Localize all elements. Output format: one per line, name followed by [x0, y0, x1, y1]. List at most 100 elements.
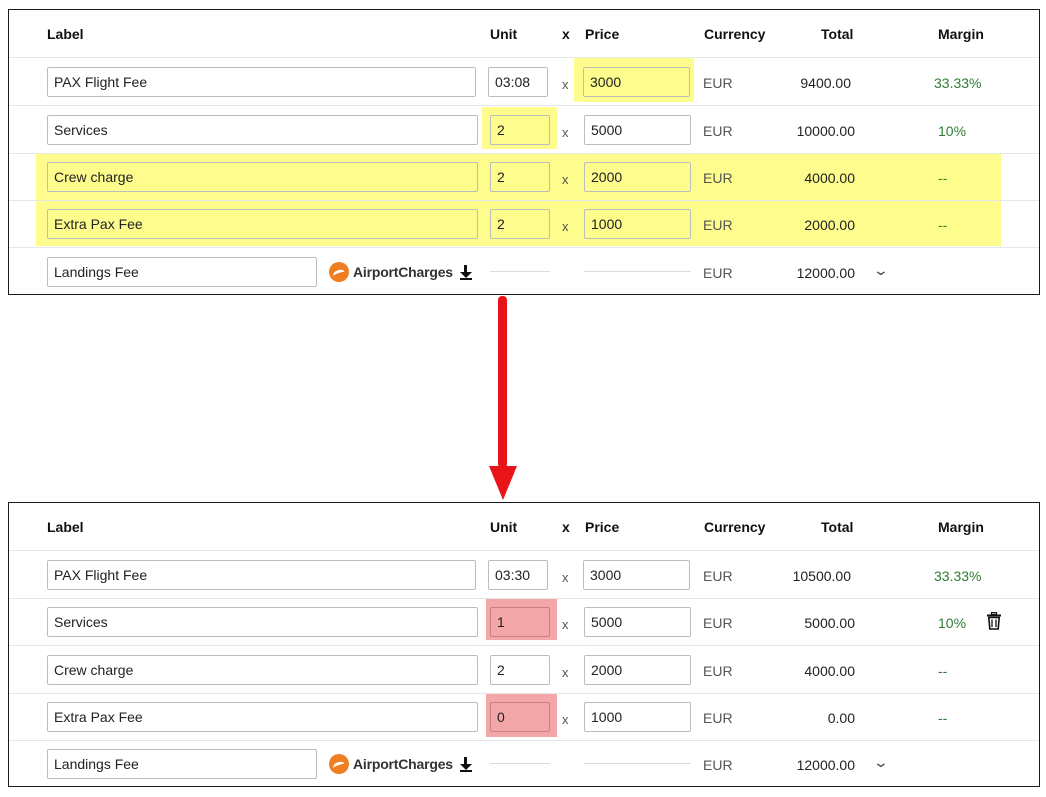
total-text: 4000.00: [804, 663, 855, 679]
currency-text: EUR: [703, 568, 733, 584]
price-input[interactable]: 2000: [584, 162, 691, 192]
currency-text: EUR: [703, 217, 733, 233]
margin-text: --: [938, 663, 948, 679]
label-input[interactable]: Landings Fee: [47, 749, 317, 779]
airport-charges-text: AirportCharges: [353, 264, 453, 280]
table-row: PAX Flight Fee 03:30 x 3000 EUR 10500.00…: [9, 551, 1039, 599]
airport-charges-text: AirportCharges: [353, 756, 453, 772]
header-unit: Unit: [490, 26, 518, 42]
label-input[interactable]: Crew charge: [47, 162, 478, 192]
unit-input[interactable]: 2: [490, 209, 550, 239]
price-input[interactable]: 5000: [584, 607, 691, 637]
unit-input[interactable]: 1: [490, 607, 550, 637]
label-input[interactable]: Services: [47, 607, 478, 637]
margin-text: 10%: [938, 615, 967, 631]
unit-input[interactable]: 03:30: [488, 560, 548, 590]
header-x: x: [562, 519, 570, 535]
header-margin: Margin: [938, 519, 984, 535]
currency-text: EUR: [703, 123, 733, 139]
total-text: 5000.00: [804, 615, 855, 631]
pricing-table-before: Label Unit x Price Currency Total Margin…: [8, 9, 1040, 295]
chevron-down-icon[interactable]: ⌄: [873, 754, 889, 771]
multiply-sign: x: [562, 77, 569, 92]
total-text: 2000.00: [804, 217, 855, 233]
label-input[interactable]: PAX Flight Fee: [47, 67, 476, 97]
table-row: PAX Flight Fee 03:08 x 3000 EUR 9400.00 …: [9, 58, 1039, 106]
total-text: 0.00: [827, 710, 855, 726]
currency-text: EUR: [703, 757, 733, 773]
multiply-sign: x: [562, 712, 569, 727]
unit-placeholder-line: [490, 271, 550, 272]
table-row: Landings Fee AirportCharges EUR 12000.00…: [9, 248, 1039, 295]
unit-input[interactable]: 2: [490, 115, 550, 145]
unit-input[interactable]: 2: [490, 162, 550, 192]
header-x: x: [562, 26, 570, 42]
header-total: Total: [821, 26, 854, 42]
multiply-sign: x: [562, 570, 569, 585]
multiply-sign: x: [562, 617, 569, 632]
unit-input[interactable]: 03:08: [488, 67, 548, 97]
multiply-sign: x: [562, 172, 569, 187]
label-input[interactable]: Services: [47, 115, 478, 145]
unit-input[interactable]: 2: [490, 655, 550, 685]
price-input[interactable]: 5000: [584, 115, 691, 145]
airport-charges-logo-icon: [329, 754, 349, 774]
header-price: Price: [585, 26, 620, 42]
unit-input[interactable]: 0: [490, 702, 550, 732]
currency-text: EUR: [703, 615, 733, 631]
table-header: Label Unit x Price Currency Total Margin: [9, 10, 1039, 58]
price-input[interactable]: 1000: [584, 702, 691, 732]
table-row: Extra Pax Fee 0 x 1000 EUR 0.00 --: [9, 693, 1039, 741]
price-input[interactable]: 2000: [584, 655, 691, 685]
total-text: 10500.00: [792, 568, 851, 584]
multiply-sign: x: [562, 219, 569, 234]
unit-placeholder-line: [490, 763, 550, 764]
price-input[interactable]: 1000: [584, 209, 691, 239]
currency-text: EUR: [703, 265, 733, 281]
header-currency: Currency: [704, 26, 766, 42]
margin-text: --: [938, 170, 948, 186]
multiply-sign: x: [562, 665, 569, 680]
trash-icon[interactable]: [987, 612, 1001, 630]
label-input[interactable]: Extra Pax Fee: [47, 702, 478, 732]
table-row: Crew charge 2 x 2000 EUR 4000.00 --: [9, 153, 1039, 201]
price-input[interactable]: 3000: [583, 67, 690, 97]
margin-text: 33.33%: [934, 568, 982, 584]
table-row: Services 2 x 5000 EUR 10000.00 10%: [9, 106, 1039, 154]
total-text: 9400.00: [800, 75, 851, 91]
margin-text: 33.33%: [934, 75, 982, 91]
airport-charges-button[interactable]: AirportCharges: [329, 261, 473, 283]
label-input[interactable]: PAX Flight Fee: [47, 560, 476, 590]
multiply-sign: x: [562, 125, 569, 140]
label-input[interactable]: Crew charge: [47, 655, 478, 685]
currency-text: EUR: [703, 170, 733, 186]
margin-text: 10%: [938, 123, 967, 139]
total-text: 10000.00: [796, 123, 855, 139]
header-price: Price: [585, 519, 620, 535]
table-header: Label Unit x Price Currency Total Margin: [9, 503, 1039, 551]
airport-charges-button[interactable]: AirportCharges: [329, 753, 473, 775]
currency-text: EUR: [703, 75, 733, 91]
margin-text: --: [938, 710, 948, 726]
total-text: 4000.00: [804, 170, 855, 186]
table-row: Extra Pax Fee 2 x 1000 EUR 2000.00 --: [9, 200, 1039, 248]
header-label: Label: [47, 26, 84, 42]
table-row: Services 1 x 5000 EUR 5000.00 10%: [9, 598, 1039, 646]
airport-charges-logo-icon: [329, 262, 349, 282]
currency-text: EUR: [703, 663, 733, 679]
label-input[interactable]: Landings Fee: [47, 257, 317, 287]
header-margin: Margin: [938, 26, 984, 42]
margin-text: --: [938, 217, 948, 233]
total-text: 12000.00: [796, 265, 855, 281]
currency-text: EUR: [703, 710, 733, 726]
price-input[interactable]: 3000: [583, 560, 690, 590]
download-icon: [459, 756, 473, 772]
table-row: Crew charge 2 x 2000 EUR 4000.00 --: [9, 646, 1039, 694]
arrow-down-icon: [489, 296, 517, 500]
total-text: 12000.00: [796, 757, 855, 773]
pricing-table-after: Label Unit x Price Currency Total Margin…: [8, 502, 1040, 787]
header-total: Total: [821, 519, 854, 535]
chevron-down-icon[interactable]: ⌄: [873, 262, 889, 279]
table-row: Landings Fee AirportCharges EUR 12000.00…: [9, 740, 1039, 787]
label-input[interactable]: Extra Pax Fee: [47, 209, 478, 239]
